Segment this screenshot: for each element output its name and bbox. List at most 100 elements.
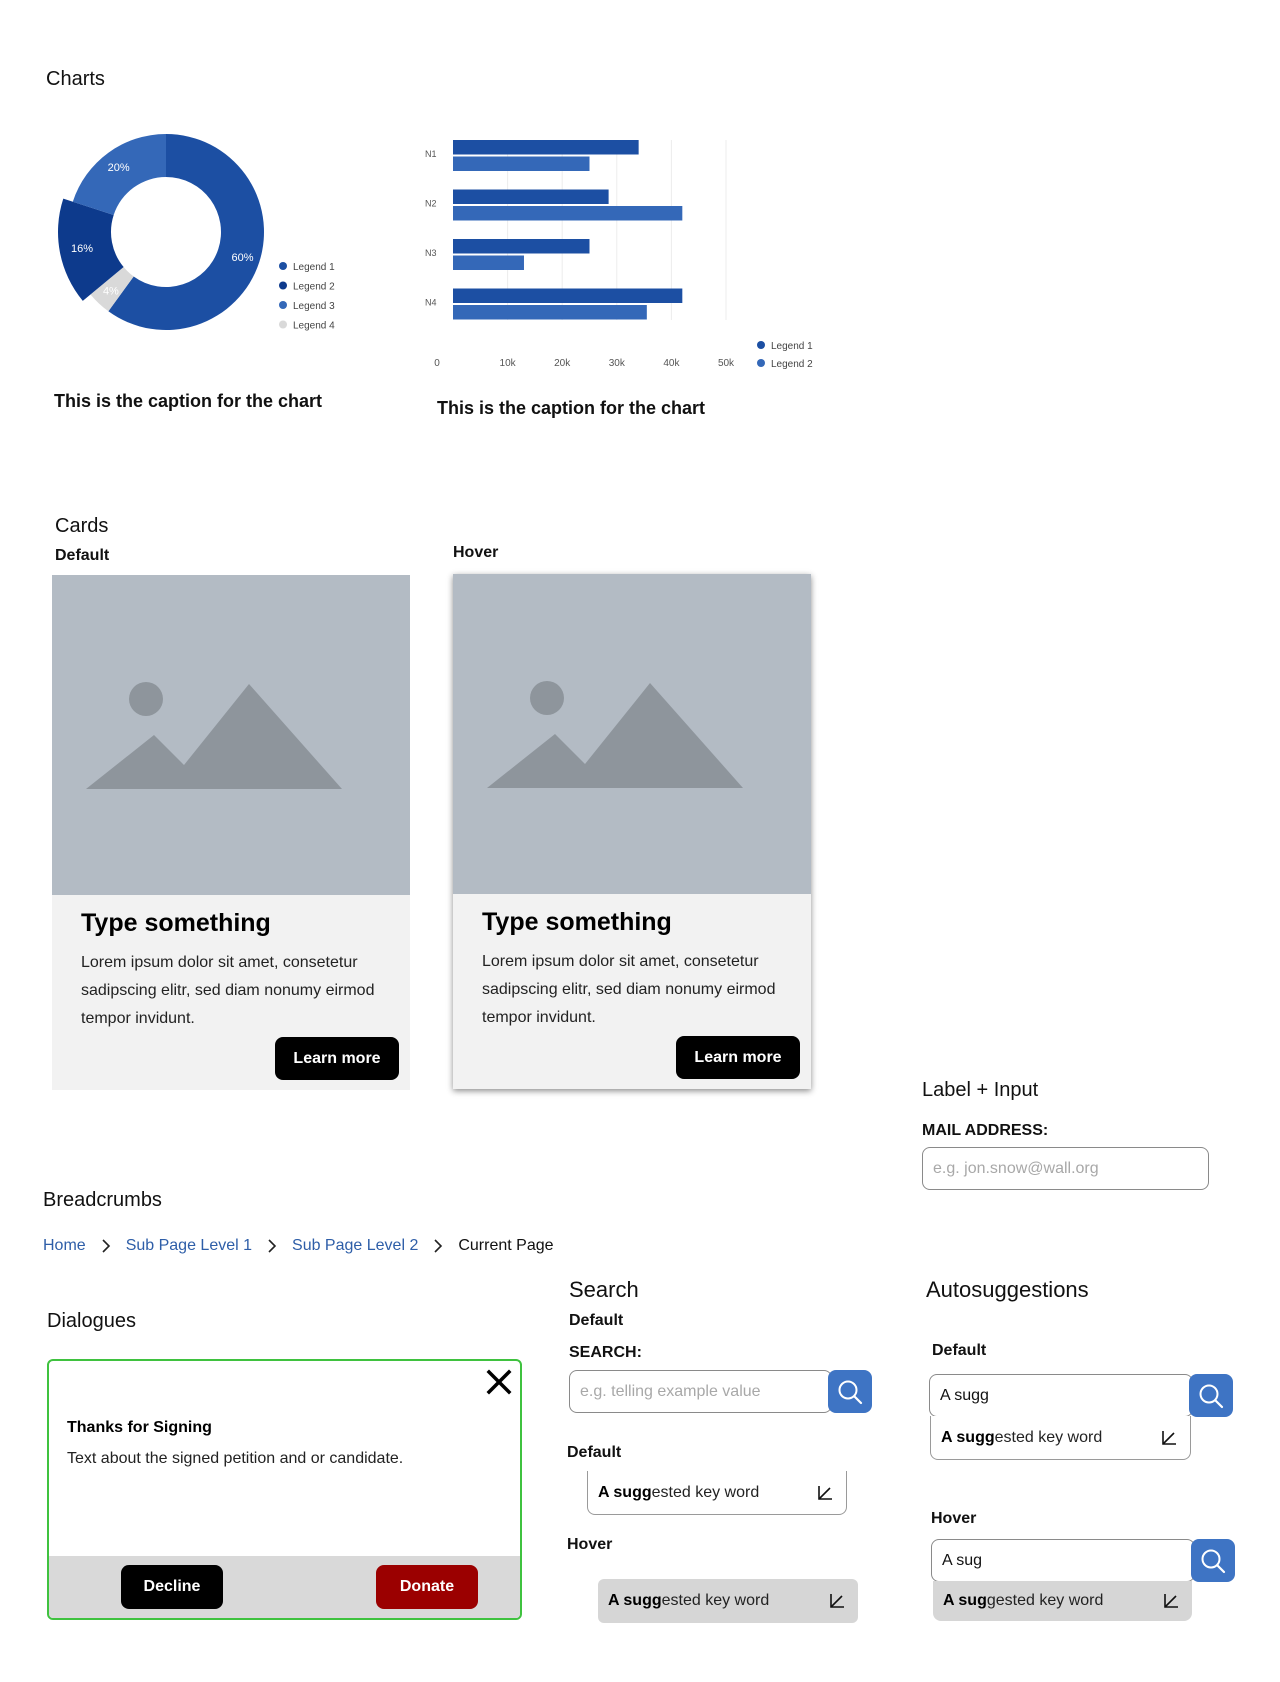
dialog-footer: Decline Donate	[49, 1556, 520, 1618]
card-body: Lorem ipsum dolor sit amet, consetetur s…	[482, 953, 776, 1026]
card-title: Type something	[81, 909, 271, 937]
search-field-label: SEARCH:	[569, 1344, 642, 1361]
bar-N3-series-1	[453, 239, 590, 254]
donut-slice-label: 20%	[108, 162, 130, 174]
x-tick-label: 20k	[554, 358, 571, 369]
close-icon[interactable]	[484, 1367, 514, 1397]
dialogues-section-title: Dialogues	[47, 1310, 136, 1332]
search-icon	[1199, 1384, 1224, 1408]
legend-swatch	[757, 359, 765, 367]
legend-swatch	[279, 301, 287, 309]
legend-swatch	[279, 262, 287, 270]
autosuggestions-section-title: Autosuggestions	[926, 1277, 1089, 1302]
suggestion-text: A suggested key word	[943, 1592, 1104, 1609]
bar-chart: N1 N2 N3 N4 0 10k 20k 30k 40k 50k Legend 1 Legend…	[425, 140, 813, 370]
breadcrumbs-section-title: Breadcrumbs	[43, 1189, 162, 1211]
bar-N1-series-2	[453, 156, 590, 171]
chevron-right-icon	[86, 1236, 126, 1256]
dialog-title: Thanks for Signing	[67, 1419, 212, 1436]
search-suggestion-item-hovered[interactable]: A suggested key word	[598, 1579, 858, 1623]
arrow-up-left-icon	[818, 1486, 832, 1500]
cards-section-title: Cards	[55, 515, 109, 537]
autosuggest-item-hovered[interactable]: A suggested key word	[933, 1581, 1192, 1621]
card-hover[interactable]: Type something Lorem ipsum dolor sit ame…	[453, 574, 811, 1089]
autosuggest-default-label: Default	[932, 1342, 987, 1359]
autosuggest-search-button-hover[interactable]	[1191, 1539, 1235, 1582]
image-placeholder-icon	[86, 682, 342, 789]
bar-N3-series-2	[453, 255, 524, 270]
autosuggest-item[interactable]: A suggested key word	[930, 1416, 1191, 1460]
legend-label: Legend 2	[293, 282, 335, 293]
chevron-right-icon	[418, 1236, 458, 1256]
search-icon	[1201, 1549, 1226, 1573]
card-default[interactable]: Type something Lorem ipsum dolor sit ame…	[52, 575, 410, 1090]
breadcrumb-current-page: Current Page	[458, 1237, 554, 1254]
label-input-section-title: Label + Input	[922, 1079, 1039, 1101]
decline-button[interactable]: Decline	[121, 1565, 223, 1609]
donate-button[interactable]: Donate	[376, 1565, 478, 1609]
legend-label: Legend 2	[771, 359, 813, 370]
x-tick-label: 50k	[718, 358, 735, 369]
donut-chart-caption: This is the caption for the chart	[54, 391, 323, 411]
search-suggestion-default-label: Default	[567, 1444, 622, 1461]
bar-N1-series-1	[453, 140, 639, 155]
legend-swatch	[279, 281, 287, 290]
bar-N2-series-2	[453, 206, 683, 221]
donut-slice-label: 16%	[71, 243, 93, 255]
y-category-label: N4	[425, 298, 437, 308]
legend-swatch	[757, 341, 765, 349]
autosuggest-input-hover[interactable]	[931, 1539, 1195, 1582]
search-suggestion-item[interactable]: A suggested key word	[587, 1471, 847, 1515]
learn-more-button[interactable]: Learn more	[275, 1037, 399, 1080]
autosuggest-input[interactable]	[929, 1374, 1193, 1417]
donut-slice-label: 60%	[232, 252, 254, 264]
suggestion-text: A suggested key word	[608, 1592, 770, 1609]
breadcrumb: Home Sub Page Level 1 Sub Page Level 2 C…	[43, 1236, 554, 1256]
suggestion-text: A suggested key word	[941, 1428, 1103, 1446]
cards-default-label: Default	[55, 547, 110, 564]
breadcrumb-home-link[interactable]: Home	[43, 1237, 86, 1255]
mail-address-label: MAIL ADDRESS:	[922, 1122, 1049, 1139]
legend-label: Legend 4	[293, 321, 335, 332]
x-tick-label: 0	[434, 358, 440, 369]
arrow-up-left-icon	[1162, 1431, 1176, 1445]
arrow-up-left-icon	[1164, 1594, 1178, 1608]
card-image-placeholder	[453, 574, 811, 894]
autosuggest-search-button[interactable]	[1189, 1374, 1233, 1417]
card-image-placeholder	[52, 575, 410, 895]
bar-N2-series-1	[453, 189, 609, 204]
bar-N4-series-2	[453, 305, 647, 320]
x-tick-label: 10k	[500, 358, 517, 369]
dialog: Thanks for Signing Text about the signed…	[47, 1359, 522, 1620]
search-default-label: Default	[569, 1312, 624, 1329]
donut-chart: 60% 4% 16% 20% Legend 1 Legend 2 Legend 3 Lege…	[58, 134, 335, 332]
search-section-title: Search	[569, 1277, 639, 1302]
donut-slice-label: 4%	[103, 286, 119, 298]
learn-more-button[interactable]: Learn more	[676, 1036, 800, 1079]
dialog-text: Text about the signed petition and or ca…	[67, 1450, 404, 1467]
chevron-right-icon	[252, 1236, 292, 1256]
mail-address-input[interactable]	[922, 1147, 1209, 1190]
arrow-up-left-icon	[830, 1594, 844, 1608]
search-input[interactable]	[569, 1370, 832, 1413]
legend-label: Legend 1	[293, 262, 335, 273]
card-title: Type something	[482, 908, 672, 936]
legend-label: Legend 3	[293, 301, 335, 312]
bar-chart-caption: This is the caption for the chart	[437, 398, 706, 418]
search-button[interactable]	[828, 1370, 872, 1413]
autosuggest-hover-label: Hover	[931, 1510, 977, 1527]
y-category-label: N1	[425, 149, 437, 159]
x-tick-label: 40k	[663, 358, 680, 369]
card-body: Lorem ipsum dolor sit amet, consetetur s…	[81, 954, 375, 1027]
search-suggestion-hover-label: Hover	[567, 1536, 613, 1553]
charts-section-title: Charts	[46, 68, 105, 90]
breadcrumb-sub-page-level-2-link[interactable]: Sub Page Level 2	[292, 1237, 418, 1255]
donut-slice-4	[72, 134, 166, 216]
y-category-label: N3	[425, 248, 437, 258]
legend-swatch	[279, 320, 287, 329]
bar-N4-series-1	[453, 288, 683, 303]
breadcrumb-sub-page-level-1-link[interactable]: Sub Page Level 1	[126, 1237, 252, 1255]
suggestion-text: A suggested key word	[598, 1483, 760, 1501]
x-tick-label: 30k	[609, 358, 626, 369]
y-category-label: N2	[425, 199, 437, 209]
